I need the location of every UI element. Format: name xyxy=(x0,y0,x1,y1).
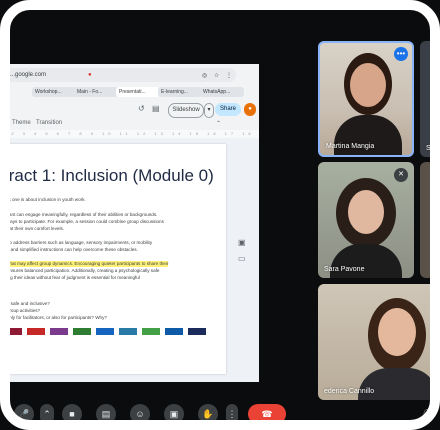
tab-strip: Workshop... Main - Fo... Presentati... E… xyxy=(0,85,259,99)
color-swatch xyxy=(96,328,114,335)
bookmark-icon: ☆ xyxy=(214,73,220,79)
color-swatch xyxy=(119,328,137,335)
color-swatch xyxy=(73,328,91,335)
meet-window: ...google.com ● ◎ ☆ ⋮ Workshop... Main -… xyxy=(0,0,440,430)
slide-line: le ways to participate. For example, a s… xyxy=(2,219,164,224)
address-bar[interactable]: ...google.com ● ◎ ☆ ⋮ xyxy=(4,68,236,82)
comment-icon[interactable]: ▤ xyxy=(152,104,160,113)
participant-tile[interactable]: ederica Cannillo xyxy=(318,284,440,400)
history-icon[interactable]: ↺ xyxy=(138,104,145,113)
color-swatch xyxy=(50,328,68,335)
more-icon[interactable]: ⋮ xyxy=(226,404,238,424)
participant-face xyxy=(348,190,384,234)
slide-line: icipant can engage meaningfully, regardl… xyxy=(2,212,158,217)
slide-line: feel safe and inclusive? xyxy=(2,301,50,306)
color-swatch xyxy=(142,328,160,335)
menu-theme[interactable]: Theme xyxy=(12,120,31,126)
color-swatch xyxy=(27,328,45,335)
info-icon[interactable]: ⓘ xyxy=(418,404,438,424)
participant-tile[interactable]: Silv xyxy=(420,41,440,157)
collapse-icon[interactable]: ⌃ xyxy=(216,120,221,127)
participant-body xyxy=(358,368,438,400)
menu-transition[interactable]: Transition xyxy=(36,120,62,126)
extension-icon: ◎ xyxy=(202,73,208,79)
side-panel-icon[interactable]: ▣ xyxy=(238,238,246,247)
browser-tab-active[interactable]: Presentati... xyxy=(116,87,160,97)
raise-hand-icon[interactable]: ✋ xyxy=(198,404,218,424)
slide-line: This one is about inclusion in youth wor… xyxy=(2,197,86,202)
slide-canvas[interactable]: tract 1: Inclusion (Module 0) This one i… xyxy=(0,144,226,374)
captions-icon[interactable]: ▤ xyxy=(96,404,116,424)
participant-face xyxy=(378,308,416,356)
slide-line: ssing their ideas without fear of judgme… xyxy=(2,275,140,280)
browser-chrome: ...google.com ● ◎ ☆ ⋮ Workshop... Main -… xyxy=(0,64,259,130)
browser-tab[interactable]: E-learning... xyxy=(158,87,202,97)
browser-tab[interactable]: Workshop... xyxy=(32,87,76,97)
slideshow-button[interactable]: Slideshow xyxy=(168,103,204,118)
participant-name: Sara Pavone xyxy=(324,266,365,273)
present-icon[interactable]: ▣ xyxy=(164,404,184,424)
color-swatch xyxy=(4,328,22,335)
participant-name: Silv xyxy=(426,145,438,152)
slide-line: uts, and simplified instructions can hel… xyxy=(2,247,138,252)
slide-title: tract 1: Inclusion (Module 0) xyxy=(4,166,214,185)
participant-name: ederica Cannillo xyxy=(324,388,375,395)
participant-tile[interactable]: ✕ Sara Pavone xyxy=(318,162,414,278)
share-label: Share xyxy=(219,106,236,112)
participant-tile[interactable]: ••• Martina Mangia xyxy=(318,41,414,157)
leave-call-icon[interactable]: ☎ xyxy=(248,404,286,424)
account-avatar[interactable]: ● xyxy=(244,103,256,116)
slide-line-highlighted: ns that may affect group dynamics. Encou… xyxy=(2,261,169,267)
slides-menu: Theme Transition ⌃ xyxy=(0,118,259,130)
participant-body xyxy=(334,115,402,155)
shared-screen[interactable]: ...google.com ● ◎ ☆ ⋮ Workshop... Main -… xyxy=(0,64,259,382)
participant-name: Martina Mangia xyxy=(326,143,375,150)
url-text: ...google.com xyxy=(10,72,47,78)
participant-face xyxy=(350,63,386,107)
share-button[interactable]: Share xyxy=(215,103,241,116)
browser-tab[interactable]: Main - Fo... xyxy=(74,87,118,97)
color-swatch xyxy=(165,328,183,335)
slide-line: ly only for facilitators, or also for pa… xyxy=(2,315,107,320)
muted-mic-icon: ✕ xyxy=(394,168,408,182)
slide-line: in group activities? xyxy=(2,308,41,313)
speaking-indicator-icon: ••• xyxy=(394,47,408,61)
camera-icon[interactable]: ■ xyxy=(62,404,82,424)
microphone-icon[interactable]: 🎤 xyxy=(14,404,34,424)
side-panel-icon[interactable]: ▭ xyxy=(238,254,246,263)
color-swatch xyxy=(188,328,206,335)
recording-icon: ● xyxy=(88,72,92,78)
participant-tile[interactable] xyxy=(420,162,440,278)
browser-tab[interactable]: WhatsApp... xyxy=(200,87,244,97)
ruler: 1 2 3 4 5 6 7 8 9 10 11 12 13 14 15 16 1… xyxy=(0,130,259,138)
slide-line: ds to address barriers such as language,… xyxy=(2,240,153,245)
slideshow-dropdown-icon[interactable]: ▾ xyxy=(204,103,214,118)
slides-toolbar: ↺ ▤ Slideshow ▾ Share ● xyxy=(0,100,259,118)
slide-line: s, ensures balanced participation. Addit… xyxy=(2,268,160,273)
mic-options-icon[interactable]: ⌃ xyxy=(40,404,54,424)
meeting-controls: 🎤 ⌃ ■ ▤ ☺ ▣ ✋ ⋮ ☎ ⓘ xyxy=(0,400,440,430)
emoji-icon[interactable]: ☺ xyxy=(130,404,150,424)
slide-line: ige at their own comfort levels. xyxy=(2,226,65,231)
menu-dots-icon[interactable]: ⋮ xyxy=(226,72,232,79)
